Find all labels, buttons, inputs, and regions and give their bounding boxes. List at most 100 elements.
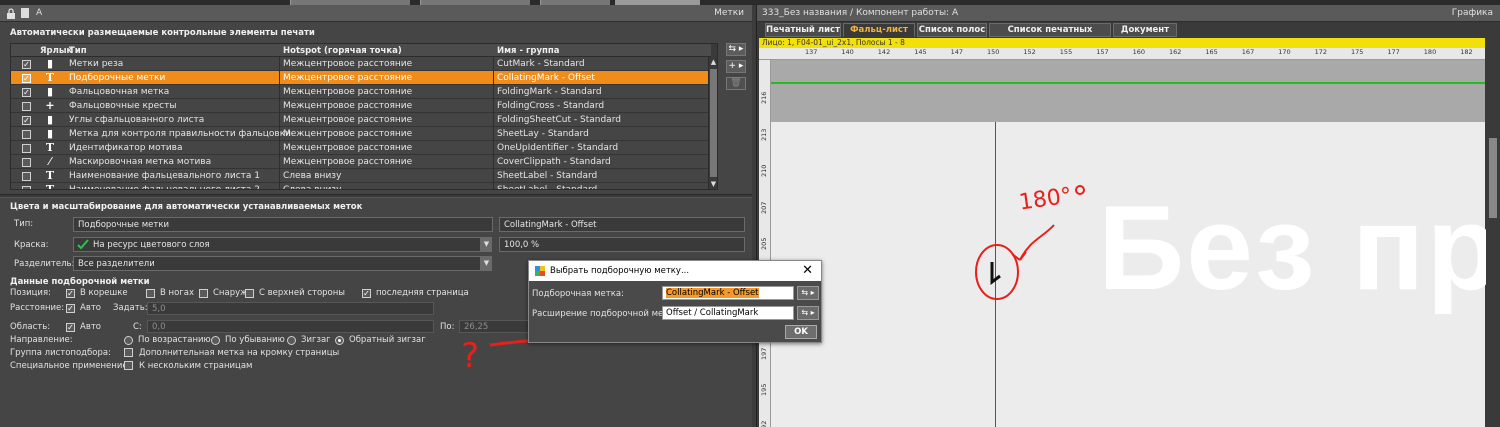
scroll-up-icon[interactable]: ▲ <box>709 57 717 67</box>
row-type: Наименование фальцевального листа 2 <box>69 185 260 190</box>
text-t-icon: T <box>45 183 55 190</box>
row-name-group: SheetLabel - Standard <box>497 185 598 190</box>
table-row[interactable]: T Наименование фальцевального листа 2 Слев… <box>11 183 711 190</box>
row-name-group: CollatingMark - Offset <box>497 73 595 83</box>
row-checkbox[interactable] <box>22 102 31 111</box>
table-row[interactable]: ✓ ▮ Углы сфальцованного листа Межцентровое … <box>11 113 711 127</box>
row-hotspot: Межцентровое расстояние <box>283 101 413 111</box>
position-checkbox[interactable]: ✓ <box>66 289 75 298</box>
row-checkbox[interactable] <box>22 158 31 167</box>
table-row[interactable]: ✓ T Подборочные метки Межцентровое расстоян… <box>11 71 711 85</box>
row-name-group: CoverClippath - Standard <box>497 157 611 167</box>
horizontal-ruler: 137 140 142 145 147 150 152 155 157 160 162 165 167 1… <box>759 48 1485 60</box>
table-header: Ярлык Тип Hotspot (горячая точка) Имя - … <box>11 44 711 57</box>
col-hotspot[interactable]: Hotspot (горячая точка) <box>283 46 402 56</box>
dialog-mark-field[interactable]: CollatingMark - Offset <box>662 286 794 300</box>
row-checkbox[interactable] <box>22 172 31 181</box>
tab-document[interactable]: Документ <box>1113 23 1177 37</box>
row-name-group: SheetLay - Standard <box>497 129 589 139</box>
dialog-mark-swap-button[interactable]: ⇆ ▸ <box>797 286 819 300</box>
tab-fold-sheet[interactable]: Фальц-лист <box>843 23 915 37</box>
group-label: Группа листоподбора: <box>10 348 111 358</box>
ruler-tick-label: 165 <box>1205 48 1218 56</box>
ink-select[interactable]: На ресурс цветового слоя <box>73 237 481 252</box>
panel-splitter[interactable] <box>0 194 752 198</box>
col-name-group[interactable]: Имя - группа <box>497 46 560 56</box>
area-from-label: С: <box>133 322 142 332</box>
row-hotspot: Межцентровое расстояние <box>283 143 413 153</box>
lock-icon[interactable] <box>6 8 16 19</box>
row-hotspot: Межцентровое расстояние <box>283 59 413 69</box>
add-mark-button[interactable]: + ▸ <box>726 60 746 73</box>
table-row[interactable]: ▮ Метка для контроля правильности фальцов… <box>11 127 711 141</box>
ruler-tick-label: 205 <box>760 237 768 250</box>
distance-field[interactable]: 5,0 <box>147 302 434 315</box>
row-checkbox[interactable]: ✓ <box>22 116 31 125</box>
area-auto-label: Авто <box>80 322 101 332</box>
row-checkbox[interactable]: ✓ <box>22 60 31 69</box>
dialog-ext-field[interactable]: Offset / CollatingMark <box>662 306 794 320</box>
type-field[interactable]: Подборочные метки <box>73 217 493 232</box>
table-scrollbar[interactable]: ▲ ▼ <box>708 57 717 189</box>
row-checkbox[interactable]: ✓ <box>22 74 31 83</box>
scroll-down-icon[interactable]: ▼ <box>709 179 717 189</box>
data-section-title: Данные подборочной метки <box>10 277 150 287</box>
graphics-scroll-thumb[interactable] <box>1489 138 1497 218</box>
corner-icon: ▮ <box>46 113 54 126</box>
position-checkbox[interactable] <box>245 289 254 298</box>
row-name-group: SheetLabel - Standard <box>497 171 598 181</box>
direction-option-label: Зигзаг <box>301 335 331 345</box>
col-type[interactable]: Тип <box>69 46 87 56</box>
table-row[interactable]: T Наименование фальцевального листа 1 Слев… <box>11 169 711 183</box>
position-checkbox[interactable]: ✓ <box>362 289 371 298</box>
position-option-label: последняя страница <box>376 288 469 298</box>
panel-name: Метки <box>714 8 744 18</box>
tab-page-list[interactable]: Список полос <box>917 23 987 37</box>
row-checkbox[interactable] <box>22 144 31 153</box>
direction-radio[interactable] <box>211 336 220 345</box>
direction-radio[interactable] <box>124 336 133 345</box>
table-row[interactable]: ✓ ▮ Метки реза Межцентровое расстояние CutMa… <box>11 57 711 71</box>
select-collating-mark-dialog: Выбрать подборочную метку... ✕ Подборочн… <box>528 260 822 343</box>
ruler-tick-label: 170 <box>1278 48 1291 56</box>
direction-radio[interactable] <box>335 336 344 345</box>
distance-auto-checkbox[interactable]: ✓ <box>66 304 75 313</box>
table-row[interactable]: T Идентификатор мотива Межцентровое рассто… <box>11 141 711 155</box>
close-icon[interactable]: ✕ <box>802 263 813 278</box>
row-checkbox[interactable]: ✓ <box>22 88 31 97</box>
position-checkbox[interactable] <box>199 289 208 298</box>
ink-percent-field[interactable]: 100,0 % <box>499 237 745 252</box>
special-checkbox[interactable] <box>124 361 133 370</box>
area-auto-checkbox[interactable]: ✓ <box>66 323 75 332</box>
row-name-group: OneUpIdentifier - Standard <box>497 143 619 153</box>
table-row[interactable]: ✓ ▮ Фальцовочная метка Межцентровое расстоя… <box>11 85 711 99</box>
tab-print-sheet-list[interactable]: Список печатных листов <box>989 23 1111 47</box>
ruler-tick-label: 150 <box>987 48 1000 56</box>
row-checkbox[interactable] <box>22 186 31 189</box>
position-checkbox[interactable] <box>146 289 155 298</box>
ink-dropdown-arrow-icon[interactable]: ▼ <box>481 237 492 252</box>
type-name-field[interactable]: CollatingMark - Offset <box>499 217 745 232</box>
row-type: Углы сфальцованного листа <box>69 115 205 125</box>
area-from-field[interactable]: 0,0 <box>147 320 434 333</box>
swap-mark-button[interactable]: ⇆ ▸ <box>726 43 746 56</box>
table-row[interactable]: ⁄ Маскировочная метка мотива Межцентровое … <box>11 155 711 169</box>
tab-print-sheet[interactable]: Печатный лист <box>765 23 841 37</box>
delete-mark-button[interactable]: 🗑 <box>726 77 746 90</box>
table-row[interactable]: + Фальцовочные кресты Межцентровое расстоя… <box>11 99 711 113</box>
separator-dropdown-arrow-icon[interactable]: ▼ <box>481 256 492 271</box>
ok-button[interactable]: OK <box>785 325 817 339</box>
dialog-ext-swap-button[interactable]: ⇆ ▸ <box>797 306 819 320</box>
direction-radio[interactable] <box>287 336 296 345</box>
panel-title: A <box>36 8 43 18</box>
col-label[interactable]: Ярлык <box>40 46 72 56</box>
row-type: Фальцовочная метка <box>69 87 170 97</box>
row-type: Подборочные метки <box>69 73 166 83</box>
graphics-scrollbar[interactable] <box>1486 38 1500 427</box>
scroll-thumb[interactable] <box>710 69 717 177</box>
distance-label: Расстояние: <box>10 303 65 313</box>
info-bar: Лицо: 1, F04-01_ui_2x1, Полосы 1 - 8 <box>759 38 1485 48</box>
row-checkbox[interactable] <box>22 130 31 139</box>
group-checkbox[interactable] <box>124 348 133 357</box>
separator-select[interactable]: Все разделители <box>73 256 481 271</box>
